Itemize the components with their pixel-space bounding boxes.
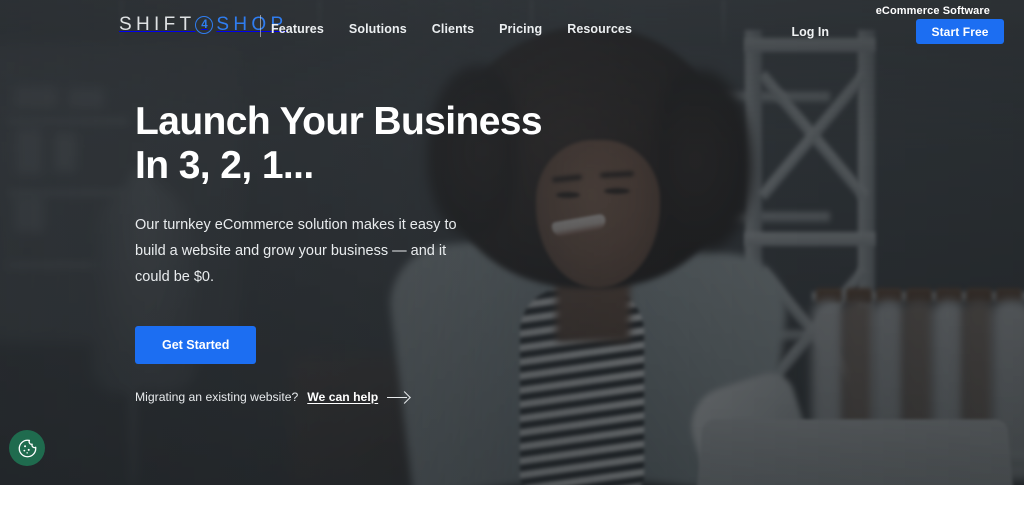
nav-item-solutions[interactable]: Solutions (349, 22, 407, 36)
we-can-help-link[interactable]: We can help (307, 390, 378, 404)
page-title: Launch Your Business In 3, 2, 1... (135, 100, 555, 188)
hero-title-line-1: Launch Your Business (135, 100, 543, 143)
log-in-link[interactable]: Log In (792, 25, 830, 39)
nav-item-resources[interactable]: Resources (567, 22, 632, 36)
hero-content: Launch Your Business In 3, 2, 1... Our t… (135, 100, 555, 404)
nav-item-features[interactable]: Features (271, 22, 324, 36)
cookie-consent-button[interactable] (9, 430, 45, 466)
top-navigation-bar: SHIFT 4 SHOP Features Solutions Clients … (0, 0, 1024, 52)
nav-item-pricing[interactable]: Pricing (499, 22, 542, 36)
logo-text-shift: SHIFT (119, 14, 196, 35)
nav-divider (260, 15, 261, 37)
migration-prompt-text: Migrating an existing website? (135, 390, 299, 404)
nav-item-clients[interactable]: Clients (432, 22, 474, 36)
arrow-right-icon (387, 392, 409, 402)
ecommerce-software-tagline: eCommerce Software (875, 5, 990, 17)
get-started-button[interactable]: Get Started (135, 326, 257, 364)
hero-section: SHIFT 4 SHOP Features Solutions Clients … (0, 0, 1024, 485)
page-body-below-hero (0, 485, 1024, 512)
primary-nav-links: Features Solutions Clients Pricing Resou… (271, 22, 632, 36)
logo-badge-four-icon: 4 (195, 16, 214, 34)
cookie-icon (18, 439, 36, 457)
landing-page: SHIFT 4 SHOP Features Solutions Clients … (0, 0, 1024, 512)
migration-help-row: Migrating an existing website? We can he… (135, 390, 555, 404)
brand-logo[interactable]: SHIFT 4 SHOP (119, 14, 287, 36)
start-free-button[interactable]: Start Free (916, 19, 1004, 44)
hero-subtitle: Our turnkey eCommerce solution makes it … (135, 217, 457, 285)
hero-title-line-2: In 3, 2, 1... (135, 144, 314, 187)
